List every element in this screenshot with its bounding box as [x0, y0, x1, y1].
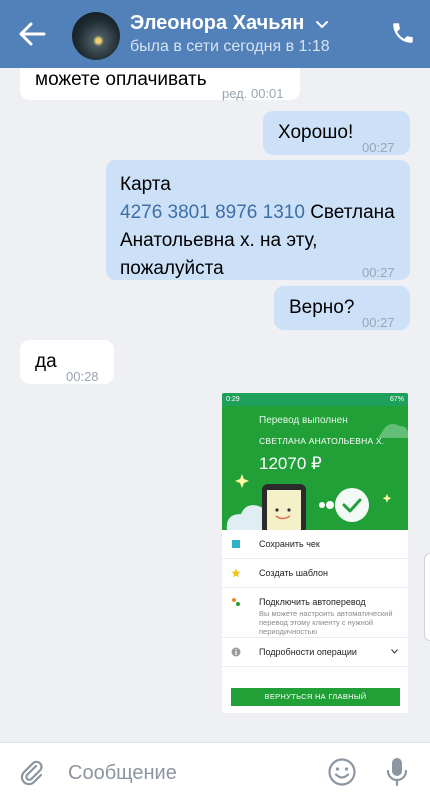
phone-status-bar: 0:29 67% — [222, 393, 408, 406]
phone-icon[interactable] — [390, 20, 416, 46]
avatar[interactable] — [72, 12, 120, 60]
message-text: можете оплачивать — [35, 69, 207, 90]
message-time: 00:27 — [362, 140, 395, 155]
paperclip-icon[interactable] — [18, 758, 46, 786]
action-description: Вы можете настроить автоматический перев… — [259, 609, 393, 636]
contact-name: Элеонора Хачьян — [130, 12, 305, 34]
microphone-icon[interactable] — [384, 756, 410, 788]
receipt-action-save: Сохранить чек — [222, 530, 408, 559]
action-label: Сохранить чек — [259, 539, 320, 549]
info-icon — [231, 647, 241, 657]
message-line: 4276 3801 8976 1310 Светлана — [120, 199, 405, 227]
outgoing-message[interactable]: Хорошо! 00:27 — [263, 111, 410, 155]
contact-name-button[interactable]: Элеонора Хачьян — [130, 12, 330, 35]
message-text: да — [35, 351, 57, 372]
message-text: Верно? — [289, 297, 355, 318]
message-time: ред. 00:01 — [222, 86, 284, 101]
status-time: 0:29 — [226, 396, 240, 403]
autotransfer-icon — [232, 598, 240, 606]
status-battery: 67% — [389, 396, 404, 403]
outgoing-message[interactable]: Карта 4276 3801 8976 1310 Светлана Анато… — [106, 160, 410, 280]
photo-attachment[interactable]: 0:29 67% Перевод выполнен СВЕТЛАНА АНАТО… — [222, 393, 408, 713]
chat-header: Элеонора Хачьян была в сети сегодня в 1:… — [0, 0, 430, 68]
chevron-down-icon — [315, 20, 328, 29]
transfer-status-title: Перевод выполнен — [259, 415, 348, 426]
message-time: 00:27 — [362, 265, 395, 280]
return-home-button: ВЕРНУТЬСЯ НА ГЛАВНЫЙ — [231, 688, 400, 706]
receipt-action-autotransfer: Подключить автоперевод Вы можете настрои… — [222, 588, 408, 638]
receipt-actions-list: Сохранить чек Создать шаблон Подключить … — [222, 530, 408, 667]
scroll-handle[interactable] — [424, 553, 430, 641]
message-time: 00:27 — [362, 315, 395, 330]
message-text: Светлана — [304, 202, 395, 223]
chevron-down-icon — [391, 649, 398, 654]
action-label: Создать шаблон — [259, 568, 329, 578]
card-number-link[interactable]: 4276 3801 8976 1310 — [120, 202, 305, 223]
receipt-action-template: Создать шаблон — [222, 559, 408, 588]
transfer-amount: 12070 ₽ — [259, 454, 322, 473]
transfer-success-panel: Перевод выполнен СВЕТЛАНА АНАТОЛЬЕВНА Х.… — [222, 406, 408, 530]
outgoing-message[interactable]: Верно? 00:27 — [274, 286, 410, 330]
message-time: 00:28 — [66, 369, 99, 384]
emoji-icon[interactable] — [327, 757, 357, 787]
message-text: Хорошо! — [278, 122, 354, 143]
message-line: Карта — [120, 174, 171, 195]
receipt-icon — [232, 540, 240, 548]
star-icon — [231, 568, 241, 578]
recipient-name: СВЕТЛАНА АНАТОЛЬЕВНА Х. — [259, 436, 385, 446]
action-label: Подключить автоперевод — [259, 597, 366, 607]
message-composer — [0, 742, 430, 800]
receipt-action-details: Подробности операции — [222, 638, 408, 667]
last-seen-status: была в сети сегодня в 1:18 — [130, 38, 330, 55]
incoming-message[interactable]: да 00:28 — [20, 340, 114, 384]
message-line: Анатольевна х. на эту, — [120, 230, 318, 251]
back-arrow-icon[interactable] — [14, 18, 50, 50]
action-label: Подробности операции — [259, 647, 357, 657]
message-input[interactable] — [68, 759, 308, 787]
